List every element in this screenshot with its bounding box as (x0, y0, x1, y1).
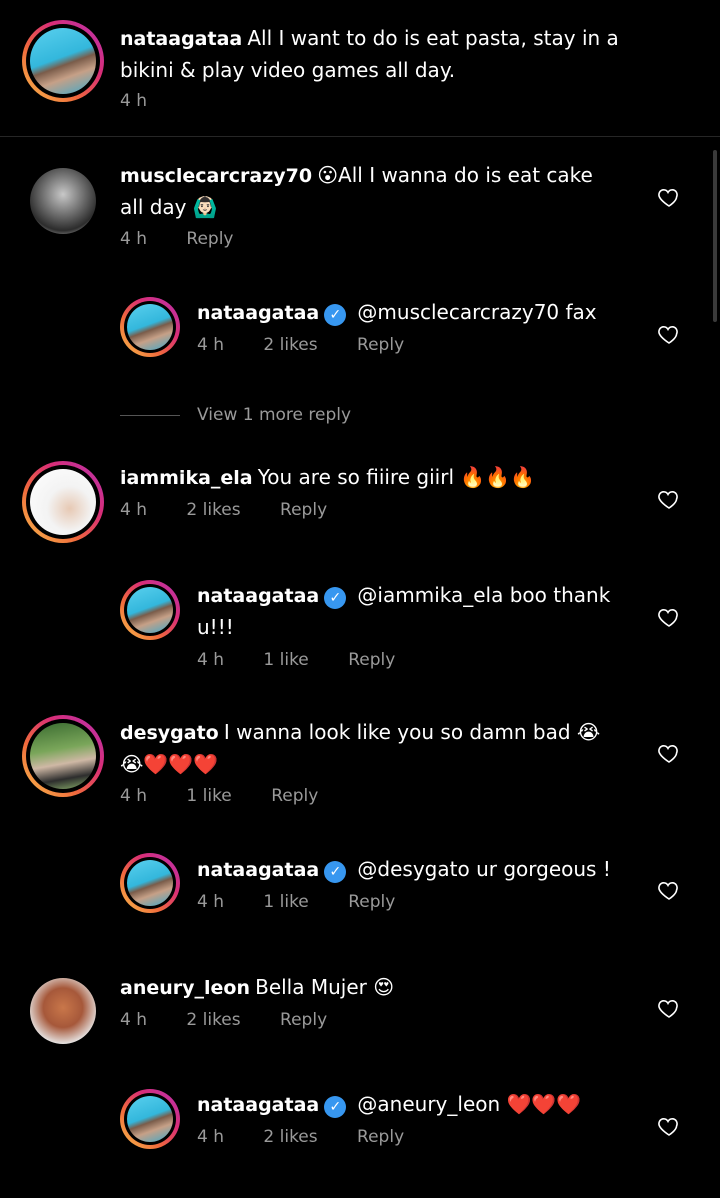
reply-button[interactable]: Reply (186, 229, 233, 249)
like-count[interactable]: 1 like (186, 786, 231, 806)
reply-line-1: nataagataa ✓ @aneury_leon ❤️❤️❤️ (197, 1088, 581, 1120)
reply-text: @desygato ur gorgeous ! (357, 857, 611, 881)
like-count[interactable]: 2 likes (186, 500, 240, 520)
commenter-avatar[interactable] (30, 978, 96, 1044)
like-count[interactable]: 2 likes (263, 1127, 317, 1147)
reply-username[interactable]: nataagataa (197, 1094, 319, 1116)
profile-photo (127, 304, 173, 350)
heart-outline-icon[interactable] (657, 996, 681, 1020)
reply-button[interactable]: Reply (357, 1127, 404, 1147)
profile-photo (30, 469, 96, 535)
verified-badge-icon: ✓ (324, 860, 347, 883)
profile-photo (127, 860, 173, 906)
reply-time: 4 h (197, 892, 224, 912)
comment-meta: 4 h 1 like Reply (120, 786, 318, 806)
reply-time: 4 h (197, 335, 224, 355)
heart-outline-icon[interactable] (657, 878, 681, 902)
profile-photo (30, 723, 96, 789)
like-count[interactable]: 1 like (263, 892, 308, 912)
reply-text: @iammika_ela boo thank (357, 583, 611, 607)
reply-line-1: nataagataa ✓ @iammika_ela boo thank (197, 579, 610, 611)
comment-text: You are so fiiire giirl 🔥🔥🔥 (257, 465, 536, 489)
reply-text-2: u!!! (197, 615, 234, 639)
comment-line-1: musclecarcrazy70 😮All I wanna do is eat … (120, 159, 593, 191)
profile-photo (30, 28, 96, 94)
reply-button[interactable]: Reply (280, 1010, 327, 1030)
caption-time: 4 h (120, 91, 147, 111)
comment-text: I wanna look like you so damn bad 😭 (223, 720, 601, 744)
commenter-avatar[interactable] (30, 168, 96, 234)
caption-avatar[interactable] (22, 20, 104, 102)
comment-meta: 4 h 2 likes Reply (120, 1010, 327, 1030)
reply-meta: 4 h 1 like Reply (197, 650, 395, 670)
commenter-avatar[interactable] (22, 715, 104, 797)
like-count[interactable]: 2 likes (263, 335, 317, 355)
comment-time: 4 h (120, 786, 147, 806)
view-replies-line (120, 415, 180, 416)
reply-avatar[interactable] (120, 1089, 180, 1149)
comment-time: 4 h (120, 1010, 147, 1030)
reply-username[interactable]: nataagataa (197, 859, 319, 881)
reply-username[interactable]: nataagataa (197, 585, 319, 607)
profile-photo (127, 587, 173, 633)
heart-outline-icon[interactable] (657, 1114, 681, 1138)
comment-text-2: all day 🙆🏻‍♂️ (120, 195, 218, 219)
comment-meta: 4 h 2 likes Reply (120, 500, 327, 520)
reply-button[interactable]: Reply (348, 892, 395, 912)
caption-text-2: bikini & play video games all day. (120, 58, 456, 82)
comment-time: 4 h (120, 500, 147, 520)
heart-outline-icon[interactable] (657, 487, 681, 511)
reply-line-1: nataagataa ✓ @desygato ur gorgeous ! (197, 853, 611, 885)
reply-line-1: nataagataa ✓ @musclecarcrazy70 fax (197, 296, 597, 328)
verified-badge-icon: ✓ (324, 303, 347, 326)
comment-username[interactable]: musclecarcrazy70 (120, 165, 312, 187)
comment-meta: 4 h Reply (120, 229, 234, 249)
reply-avatar[interactable] (120, 853, 180, 913)
comment-username[interactable]: iammika_ela (120, 467, 253, 489)
comment-line-1: desygato I wanna look like you so damn b… (120, 716, 600, 748)
reply-avatar[interactable] (120, 580, 180, 640)
profile-photo (127, 1096, 173, 1142)
verified-badge-icon: ✓ (324, 586, 347, 609)
caption-text-1: All I want to do is eat pasta, stay in a (247, 26, 619, 50)
reply-meta: 4 h 1 like Reply (197, 892, 395, 912)
heart-outline-icon[interactable] (657, 322, 681, 346)
comment-text: Bella Mujer 😍 (255, 975, 395, 999)
heart-outline-icon[interactable] (657, 605, 681, 629)
caption-divider (0, 136, 720, 137)
comment-line-1: aneury_leon Bella Mujer 😍 (120, 971, 394, 1003)
caption-line-1: nataagataa All I want to do is eat pasta… (120, 22, 619, 54)
commenter-avatar[interactable] (22, 461, 104, 543)
reply-time: 4 h (197, 650, 224, 670)
reply-avatar[interactable] (120, 297, 180, 357)
reply-text: @musclecarcrazy70 fax (357, 300, 597, 324)
reply-button[interactable]: Reply (348, 650, 395, 670)
scrollbar[interactable] (713, 150, 717, 322)
comment-text: 😮All I wanna do is eat cake (317, 163, 593, 187)
reply-time: 4 h (197, 1127, 224, 1147)
reply-button[interactable]: Reply (271, 786, 318, 806)
like-count[interactable]: 1 like (263, 650, 308, 670)
like-count[interactable]: 2 likes (186, 1010, 240, 1030)
comment-username[interactable]: aneury_leon (120, 977, 250, 999)
heart-outline-icon[interactable] (657, 741, 681, 765)
reply-meta: 4 h 2 likes Reply (197, 1127, 404, 1147)
view-more-replies[interactable]: View 1 more reply (197, 405, 351, 425)
reply-text: @aneury_leon ❤️❤️❤️ (357, 1092, 582, 1116)
reply-button[interactable]: Reply (357, 335, 404, 355)
comment-username[interactable]: desygato (120, 722, 219, 744)
comment-text-2: 😭❤️❤️❤️ (120, 752, 219, 776)
comment-time: 4 h (120, 229, 147, 249)
reply-meta: 4 h 2 likes Reply (197, 335, 404, 355)
heart-outline-icon[interactable] (657, 185, 681, 209)
reply-button[interactable]: Reply (280, 500, 327, 520)
verified-badge-icon: ✓ (324, 1095, 347, 1118)
caption-username[interactable]: nataagataa (120, 28, 242, 50)
reply-username[interactable]: nataagataa (197, 302, 319, 324)
comment-line-1: iammika_ela You are so fiiire giirl 🔥🔥🔥 (120, 461, 535, 493)
